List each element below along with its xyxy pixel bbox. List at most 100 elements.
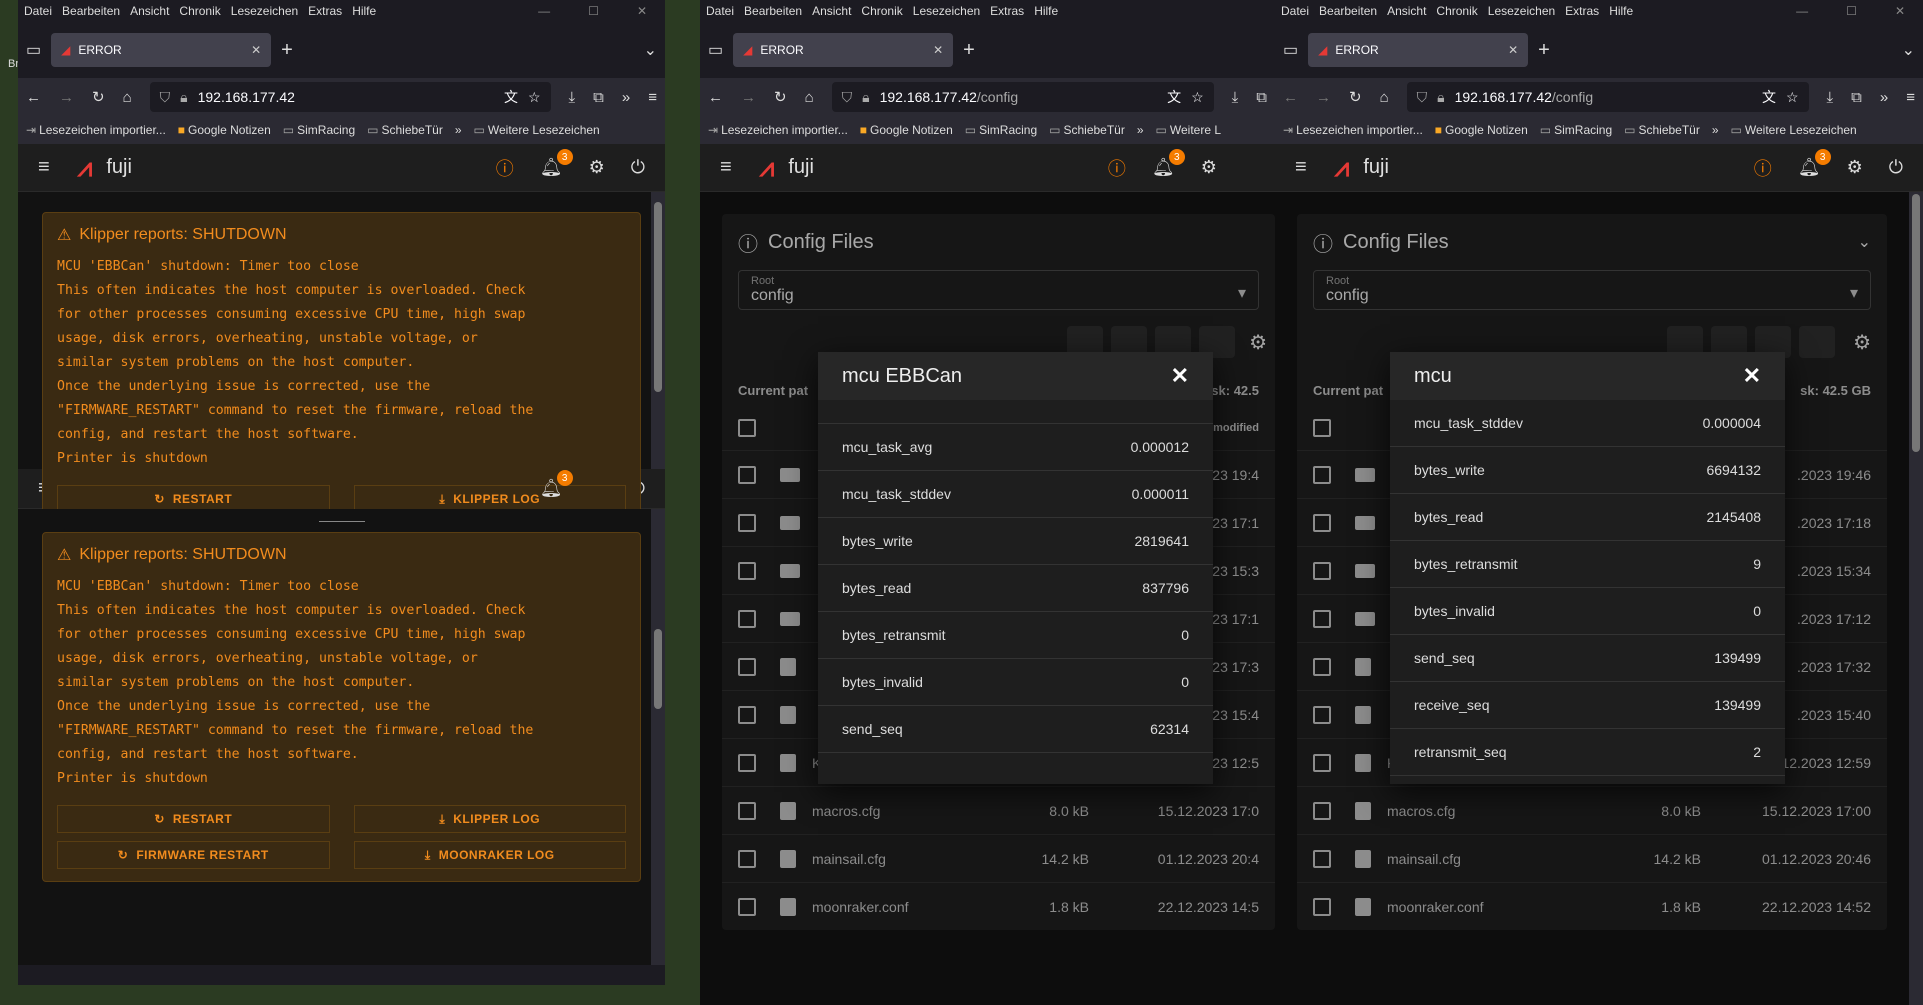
bookmark-google-notizen[interactable]: ■ Google Notizen bbox=[178, 123, 271, 137]
close-tab-icon[interactable]: ✕ bbox=[251, 43, 261, 57]
menu-bearbeiten[interactable]: Bearbeiten bbox=[62, 4, 120, 18]
tab-error[interactable]: ◢ ERROR ✕ bbox=[733, 33, 954, 67]
home-icon[interactable]: ⌂ bbox=[1380, 89, 1389, 106]
new-tab-icon[interactable]: + bbox=[1538, 39, 1550, 62]
klipper-log-button[interactable]: ⤓ KLIPPER LOG bbox=[353, 805, 626, 833]
menu-datei[interactable]: Datei bbox=[706, 4, 734, 18]
download-icon[interactable]: ⤓ bbox=[1827, 89, 1834, 106]
bookmark-weitere[interactable]: ▭ Weitere L bbox=[1156, 123, 1221, 137]
scrollbar-thumb[interactable] bbox=[1912, 194, 1920, 452]
new-tab-icon[interactable]: + bbox=[963, 39, 975, 62]
url-bar[interactable]: ⛉ 🔒︎ 192.168.177.42 文 ☆ bbox=[149, 82, 551, 112]
scrollbar[interactable] bbox=[651, 192, 665, 469]
maximize-icon[interactable]: ☐ bbox=[588, 4, 599, 18]
menu-extras[interactable]: Extras bbox=[990, 4, 1024, 18]
url-bar[interactable]: ⛉ 🔒︎ 192.168.177.42/config 文 ☆ bbox=[1406, 82, 1809, 112]
tab-overview-icon[interactable]: ▭ bbox=[26, 40, 41, 60]
bell-icon[interactable]: 🔔︎ 3 bbox=[540, 470, 573, 499]
nav-menu-icon[interactable]: ≡ bbox=[1295, 156, 1307, 179]
back-icon[interactable]: ← bbox=[26, 89, 41, 106]
bookmark-star-icon[interactable]: ☆ bbox=[528, 89, 541, 106]
hamburger-menu-icon[interactable]: ≡ bbox=[648, 89, 657, 106]
bookmark-simracing[interactable]: ▭ SimRacing bbox=[283, 123, 355, 137]
menu-bearbeiten[interactable]: Bearbeiten bbox=[744, 4, 802, 18]
minimize-icon[interactable]: — bbox=[1796, 4, 1808, 18]
overflow-icon[interactable]: » bbox=[1880, 89, 1888, 106]
settings-cogs-icon[interactable]: ⚙ bbox=[1847, 157, 1863, 178]
menu-datei[interactable]: Datei bbox=[24, 4, 52, 18]
tab-error[interactable]: ◢ ERROR ✕ bbox=[51, 33, 272, 67]
close-icon[interactable]: ✕ bbox=[1171, 363, 1189, 389]
translate-icon[interactable]: 文 bbox=[504, 87, 518, 107]
bell-icon[interactable]: 🔔︎ 3 bbox=[1798, 149, 1831, 178]
bookmark-google-notizen[interactable]: ■ Google Notizen bbox=[1435, 123, 1528, 137]
hamburger-menu-icon[interactable]: ≡ bbox=[1906, 89, 1915, 106]
bookmark-weitere[interactable]: ▭ Weitere Lesezeichen bbox=[1731, 123, 1857, 137]
menu-bearbeiten[interactable]: Bearbeiten bbox=[1319, 4, 1377, 18]
maximize-icon[interactable]: ☐ bbox=[1846, 4, 1857, 18]
close-tab-icon[interactable]: ✕ bbox=[1508, 43, 1518, 57]
home-icon[interactable]: ⌂ bbox=[805, 89, 814, 106]
bookmark-import[interactable]: ⇥ Lesezeichen importier... bbox=[708, 123, 848, 137]
url-bar[interactable]: ⛉ 🔒︎ 192.168.177.42/config 文 ☆ bbox=[831, 82, 1214, 112]
menu-datei[interactable]: Datei bbox=[1281, 4, 1309, 18]
tab-list-icon[interactable]: ⌄ bbox=[644, 40, 657, 60]
new-tab-icon[interactable]: + bbox=[281, 39, 293, 62]
overflow-icon[interactable]: » bbox=[622, 89, 630, 106]
home-icon[interactable]: ⌂ bbox=[123, 89, 132, 106]
extensions-icon[interactable]: ⧉ bbox=[593, 89, 604, 106]
menu-ansicht[interactable]: Ansicht bbox=[812, 4, 851, 18]
bookmark-simracing[interactable]: ▭ SimRacing bbox=[1540, 123, 1612, 137]
menu-lesezeichen[interactable]: Lesezeichen bbox=[913, 4, 980, 18]
scrollbar-thumb[interactable] bbox=[654, 202, 662, 392]
bookmark-google-notizen[interactable]: ■ Google Notizen bbox=[860, 123, 953, 137]
settings-cogs-icon[interactable]: ⚙ bbox=[589, 157, 605, 178]
back-icon[interactable]: ← bbox=[1283, 89, 1298, 106]
bookmarks-overflow-icon[interactable]: » bbox=[1137, 123, 1144, 137]
warning-circle-icon[interactable]: ⓘ bbox=[496, 155, 514, 181]
nav-menu-icon[interactable]: ≡ bbox=[38, 156, 50, 179]
download-icon[interactable]: ⤓ bbox=[1232, 89, 1239, 106]
tab-overview-icon[interactable]: ▭ bbox=[1283, 40, 1298, 60]
menu-ansicht[interactable]: Ansicht bbox=[1387, 4, 1426, 18]
menu-chronik[interactable]: Chronik bbox=[861, 4, 902, 18]
settings-cogs-icon[interactable]: ⚙ bbox=[1201, 157, 1217, 178]
bell-icon[interactable]: 🔔︎ 3 bbox=[1152, 149, 1185, 178]
close-icon[interactable]: ✕ bbox=[1743, 363, 1761, 389]
close-window-icon[interactable]: ✕ bbox=[637, 4, 647, 18]
menu-chronik[interactable]: Chronik bbox=[1436, 4, 1477, 18]
warning-circle-icon[interactable]: ⓘ bbox=[1108, 155, 1126, 181]
tab-error[interactable]: ◢ ERROR ✕ bbox=[1308, 33, 1529, 67]
translate-icon[interactable]: 文 bbox=[1762, 87, 1776, 107]
extensions-icon[interactable]: ⧉ bbox=[1851, 89, 1862, 106]
bookmark-import[interactable]: ⇥ Lesezeichen importier... bbox=[26, 123, 166, 137]
scrollbar-thumb[interactable] bbox=[654, 629, 662, 709]
reload-icon[interactable]: ↻ bbox=[1349, 88, 1362, 106]
forward-icon[interactable]: → bbox=[741, 89, 756, 106]
translate-icon[interactable]: 文 bbox=[1167, 87, 1181, 107]
bell-icon[interactable]: 🔔︎ 3 bbox=[540, 149, 573, 178]
minimize-icon[interactable]: — bbox=[538, 4, 550, 18]
reload-icon[interactable]: ↻ bbox=[92, 88, 105, 106]
restart-button[interactable]: ↻ RESTART bbox=[57, 805, 330, 833]
close-window-icon[interactable]: ✕ bbox=[1895, 4, 1905, 18]
back-icon[interactable]: ← bbox=[708, 89, 723, 106]
menu-chronik[interactable]: Chronik bbox=[179, 4, 220, 18]
nav-menu-icon[interactable]: ≡ bbox=[720, 156, 732, 179]
menu-hilfe[interactable]: Hilfe bbox=[1034, 4, 1058, 18]
menu-extras[interactable]: Extras bbox=[1565, 4, 1599, 18]
bookmark-import[interactable]: ⇥ Lesezeichen importier... bbox=[1283, 123, 1423, 137]
menu-ansicht[interactable]: Ansicht bbox=[130, 4, 169, 18]
bookmark-weitere[interactable]: ▭ Weitere Lesezeichen bbox=[474, 123, 600, 137]
bookmark-schiebetur[interactable]: ▭ SchiebeTür bbox=[367, 123, 443, 137]
menu-lesezeichen[interactable]: Lesezeichen bbox=[1488, 4, 1555, 18]
moonraker-log-button[interactable]: ⤓ MOONRAKER LOG bbox=[353, 841, 626, 869]
download-icon[interactable]: ⤓ bbox=[569, 89, 576, 106]
bookmark-simracing[interactable]: ▭ SimRacing bbox=[965, 123, 1037, 137]
bookmark-schiebetur[interactable]: ▭ SchiebeTür bbox=[1049, 123, 1125, 137]
firmware-restart-button[interactable]: ↻ FIRMWARE RESTART bbox=[57, 841, 330, 869]
bookmark-star-icon[interactable]: ☆ bbox=[1786, 89, 1799, 106]
menu-hilfe[interactable]: Hilfe bbox=[352, 4, 376, 18]
menu-lesezeichen[interactable]: Lesezeichen bbox=[231, 4, 298, 18]
power-icon[interactable]: ⏻ bbox=[1889, 157, 1903, 178]
